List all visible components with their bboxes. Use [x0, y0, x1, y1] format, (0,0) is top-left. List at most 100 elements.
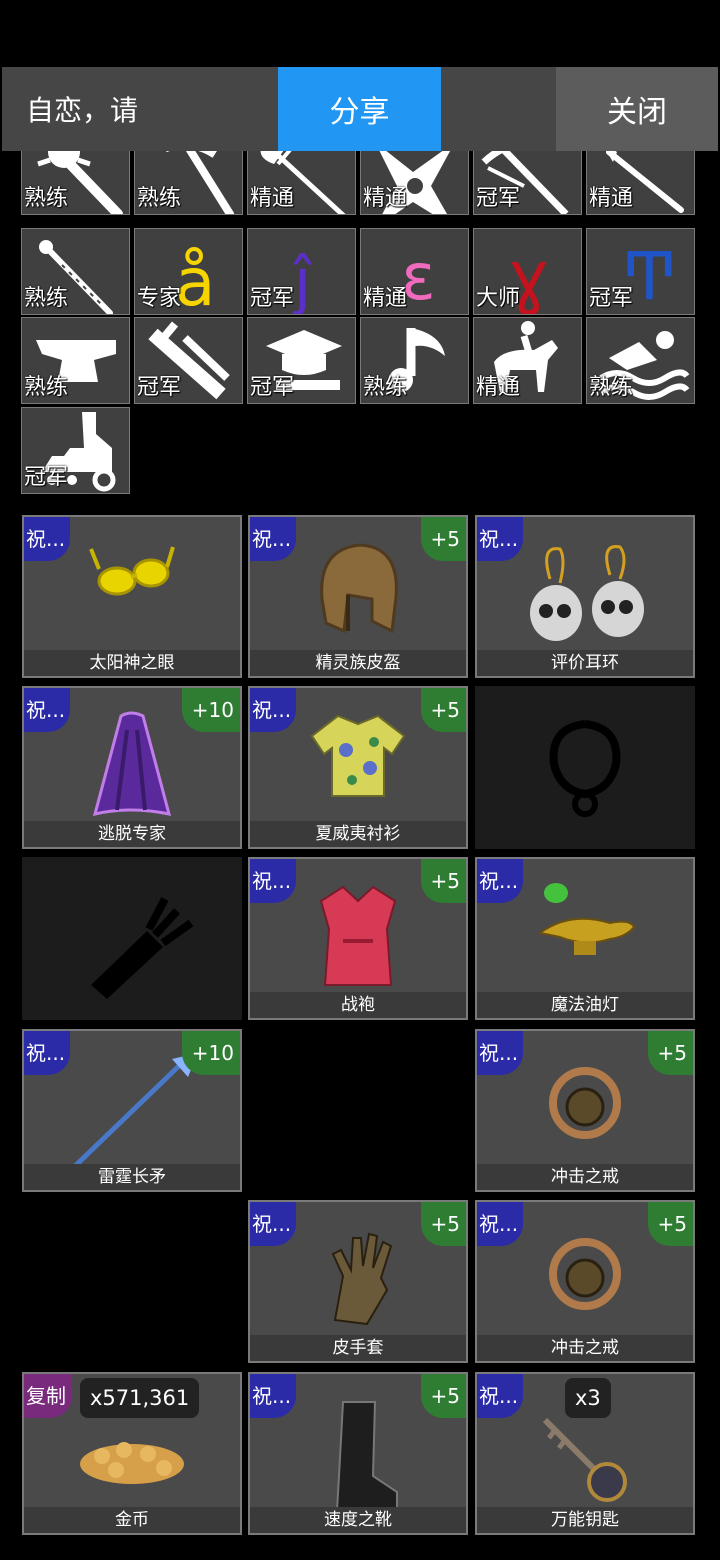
skill-level-label: 熟练	[24, 286, 69, 311]
skill-grid: 熟练 熟练 精通 精通 冠军 精通 熟练 å 专家 ĵ 冠军 ɛ 精通 ɣ 大师 Ͳ 冠军 熟练 冠军 冠军 熟练 精通熟…	[0, 151, 720, 501]
equipment-slot[interactable]: 祝... 魔法油灯	[475, 857, 695, 1020]
skill-cell[interactable]: 冠军	[247, 317, 356, 404]
skill-level-label: 熟练	[24, 375, 69, 400]
skill-cell[interactable]: Ͳ 冠军	[586, 228, 695, 315]
skill-cell[interactable]: 熟练	[21, 228, 130, 315]
sunglasses-icon	[89, 546, 175, 596]
lamp-icon	[537, 883, 636, 955]
equipment-slot[interactable]: 祝... +5 战袍	[248, 857, 468, 1020]
spear-icon	[70, 1053, 198, 1171]
necklace-slot-icon	[549, 720, 621, 817]
cloak-icon	[92, 711, 172, 816]
equipment-slot[interactable]: 祝... +5 速度之靴	[248, 1372, 468, 1535]
blessing-badge: 祝...	[24, 517, 70, 561]
equipment-slot[interactable]: 祝... x3 万能钥匙	[475, 1372, 695, 1535]
skill-cell[interactable]: 精通	[473, 317, 582, 404]
equipment-slot[interactable]: 祝... +5 夏威夷衬衫	[248, 686, 468, 849]
share-button[interactable]: 分享	[278, 67, 441, 151]
blessing-badge: 祝...	[250, 688, 296, 732]
coins-icon	[80, 1442, 184, 1484]
close-button[interactable]: 关闭	[556, 67, 718, 151]
skill-level-label: 冠军	[250, 375, 295, 400]
skill-cell[interactable]: 冠军	[134, 317, 243, 404]
item-name: 太阳神之眼	[24, 650, 240, 676]
skill-cell[interactable]: 熟练	[586, 317, 695, 404]
ring-icon	[549, 1067, 621, 1139]
skill-level-label: 精通	[476, 375, 521, 400]
stack-count-badge: x571,361	[80, 1378, 200, 1418]
blessing-badge: 祝...	[250, 1202, 296, 1246]
enhance-level-badge: +5	[420, 688, 466, 732]
top-bar: 自恋，请 分享 关闭	[2, 67, 718, 151]
skill-level-label: 冠军	[589, 286, 634, 311]
item-name: 逃脱专家	[24, 821, 240, 847]
empty-equipment-slot[interactable]	[475, 686, 695, 849]
enhance-level-badge: +5	[647, 1031, 693, 1075]
skill-level-label: 专家	[137, 286, 182, 311]
item-name: 精灵族皮盔	[250, 650, 466, 676]
equipment-slot[interactable]: 祝... +5 皮手套	[248, 1200, 468, 1363]
item-name: 雷霆长矛	[24, 1164, 240, 1190]
skill-level-label: 熟练	[363, 375, 408, 400]
item-name: 魔法油灯	[477, 992, 693, 1018]
skill-cell[interactable]: å 专家	[134, 228, 243, 315]
skill-cell[interactable]: 熟练	[21, 317, 130, 404]
blessing-badge: 祝...	[477, 1202, 523, 1246]
skill-level-label: 熟练	[24, 186, 69, 211]
skill-cell[interactable]: 冠军	[21, 407, 130, 494]
item-name: 万能钥匙	[477, 1507, 693, 1533]
skill-cell[interactable]: 熟练	[134, 151, 243, 215]
equipment-slot[interactable]: 复制 x571,361 金币	[22, 1372, 242, 1535]
page-title: 自恋，请	[26, 94, 139, 127]
skill-level-label: 熟练	[137, 186, 182, 211]
skill-cell[interactable]: ɣ 大师	[473, 228, 582, 315]
skill-cell[interactable]: 精通	[360, 151, 469, 215]
equipment-slot[interactable]: 祝... +5 精灵族皮盔	[248, 515, 468, 678]
item-name: 冲击之戒	[477, 1335, 693, 1361]
blessing-badge: 祝...	[250, 1374, 296, 1418]
equipment-slot[interactable]: 祝... +10 雷霆长矛	[22, 1029, 242, 1192]
svg-text:å: å	[175, 244, 215, 315]
item-name: 夏威夷衬衫	[250, 821, 466, 847]
enhance-level-badge: +5	[420, 517, 466, 561]
skill-cell[interactable]: 熟练	[21, 151, 130, 215]
empty-equipment-slot[interactable]	[22, 857, 242, 1020]
skill-cell[interactable]: ɛ 精通	[360, 228, 469, 315]
equipment-slot[interactable]: 祝... +5 冲击之戒	[475, 1029, 695, 1192]
enhance-level-badge: +10	[181, 1031, 240, 1075]
item-name: 冲击之戒	[477, 1164, 693, 1190]
skill-level-label: 精通	[363, 286, 408, 311]
equipment-slot[interactable]: 祝... +5 冲击之戒	[475, 1200, 695, 1363]
quiver-slot-icon	[91, 897, 194, 999]
robe-icon	[319, 885, 397, 986]
skill-level-label: 大师	[476, 286, 521, 311]
earrings-icon	[530, 545, 644, 641]
blessing-badge: 祝...	[250, 517, 296, 561]
skill-cell[interactable]: 冠军	[473, 151, 582, 215]
skill-cell[interactable]: 精通	[247, 151, 356, 215]
skill-cell[interactable]: 熟练	[360, 317, 469, 404]
equipment-slot[interactable]: 祝... 评价耳环	[475, 515, 695, 678]
equipment-slot[interactable]: 祝... +10 逃脱专家	[22, 686, 242, 849]
skill-cell[interactable]: ĵ 冠军	[247, 228, 356, 315]
helmet-icon	[320, 543, 398, 634]
skill-cell[interactable]: 精通	[586, 151, 695, 215]
stack-count-badge: x3	[565, 1378, 611, 1418]
ring-icon	[549, 1238, 621, 1310]
svg-text:ĵ: ĵ	[292, 245, 313, 315]
skill-level-label: 精通	[250, 186, 295, 211]
item-name: 战袍	[250, 992, 466, 1018]
boot-icon	[335, 1401, 398, 1511]
blessing-badge: 祝...	[250, 859, 296, 903]
blessing-badge: 祝...	[24, 688, 70, 732]
copy-badge: 复制	[24, 1374, 72, 1418]
item-name: 皮手套	[250, 1335, 466, 1361]
enhance-level-badge: +5	[420, 1374, 466, 1418]
skill-level-label: 精通	[363, 186, 408, 211]
blessing-badge: 祝...	[477, 517, 523, 561]
item-name: 金币	[24, 1507, 240, 1533]
skill-level-label: 精通	[589, 186, 634, 211]
equipment-slot[interactable]: 祝... 太阳神之眼	[22, 515, 242, 678]
skill-level-label: 冠军	[476, 186, 521, 211]
blessing-badge: 祝...	[477, 1374, 523, 1418]
